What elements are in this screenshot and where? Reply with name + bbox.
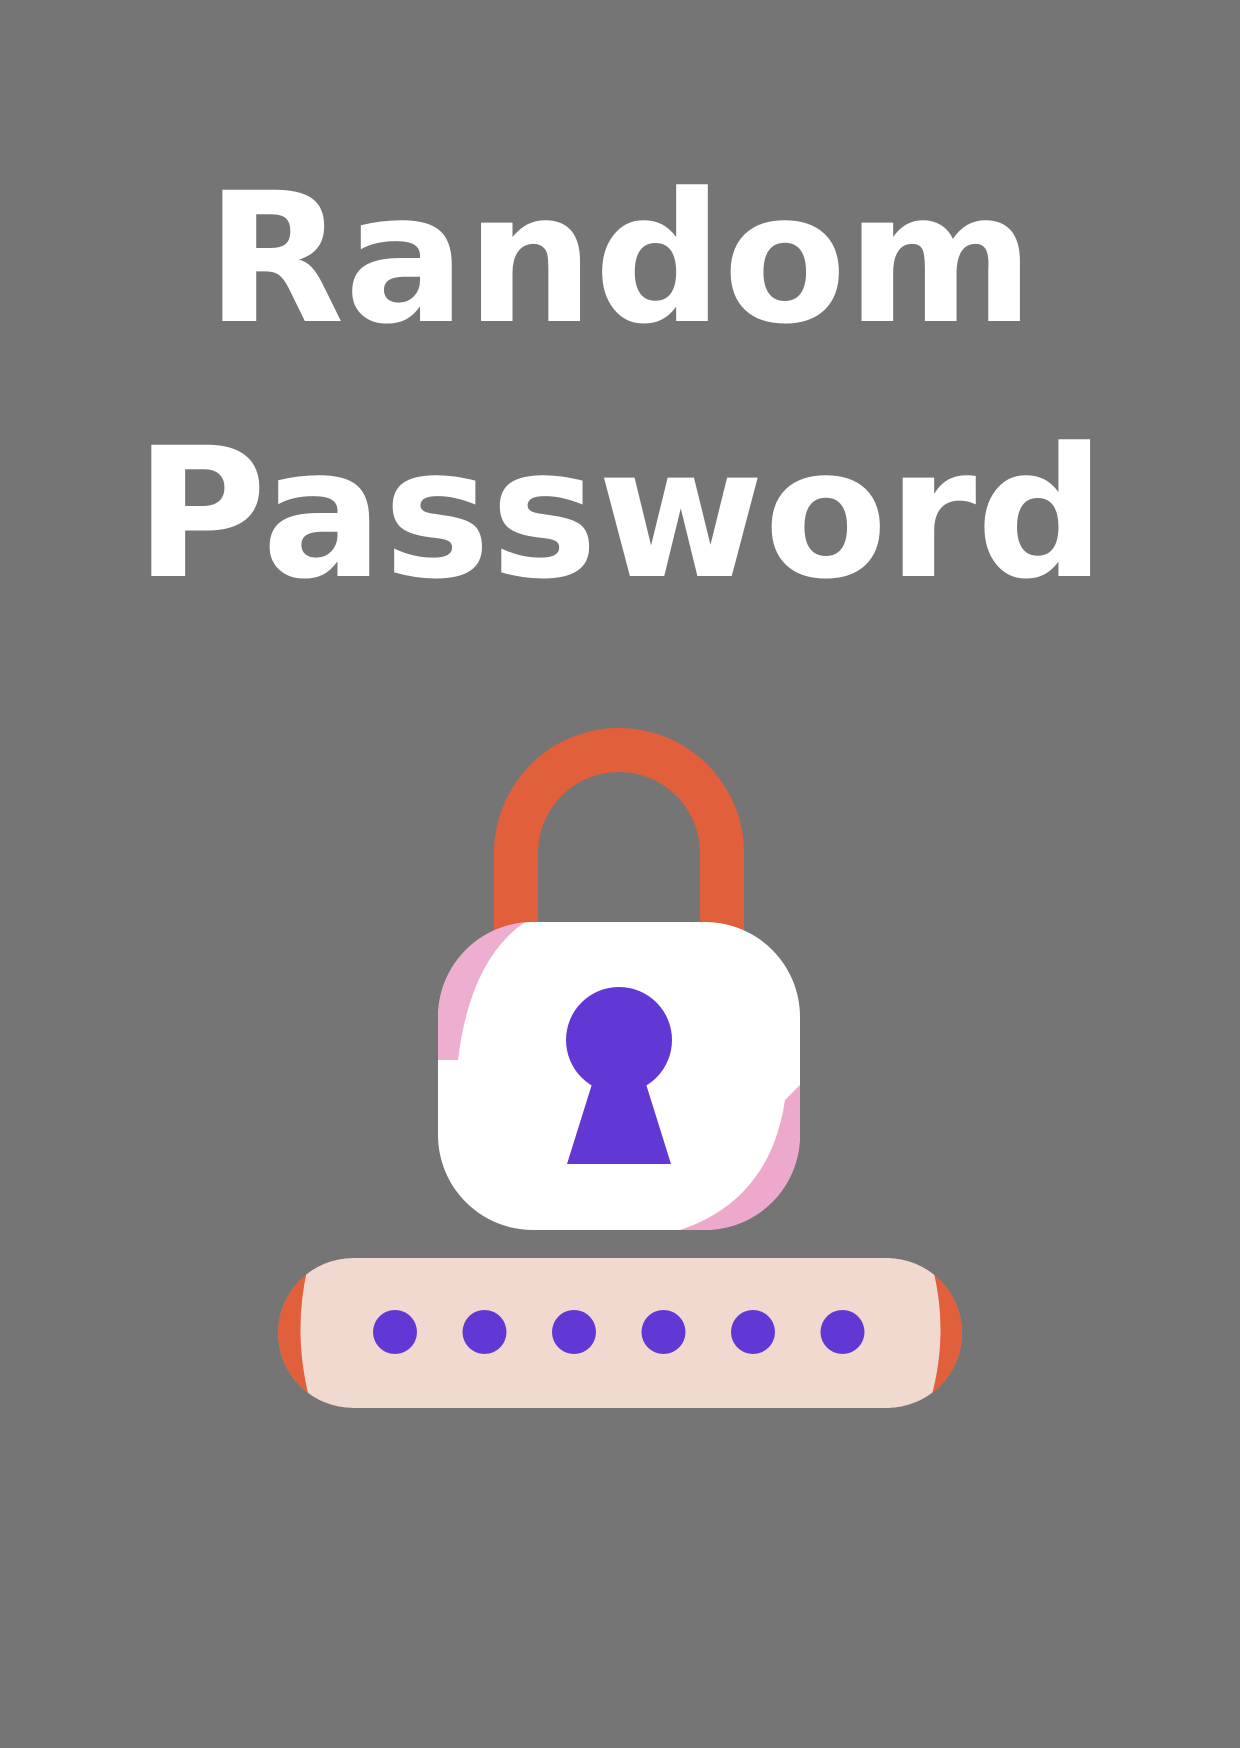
- keyhole-icon: [566, 987, 672, 1164]
- password-dot: [552, 1310, 596, 1354]
- padlock-shackle: [494, 728, 744, 930]
- password-lock-illustration: [278, 728, 962, 1408]
- padlock-icon: [438, 728, 800, 1230]
- password-dot: [820, 1310, 865, 1354]
- password-dot: [462, 1310, 507, 1354]
- password-dot: [373, 1310, 417, 1354]
- password-dot: [641, 1310, 686, 1354]
- password-dot: [731, 1310, 775, 1354]
- password-field-icon: [278, 1258, 962, 1408]
